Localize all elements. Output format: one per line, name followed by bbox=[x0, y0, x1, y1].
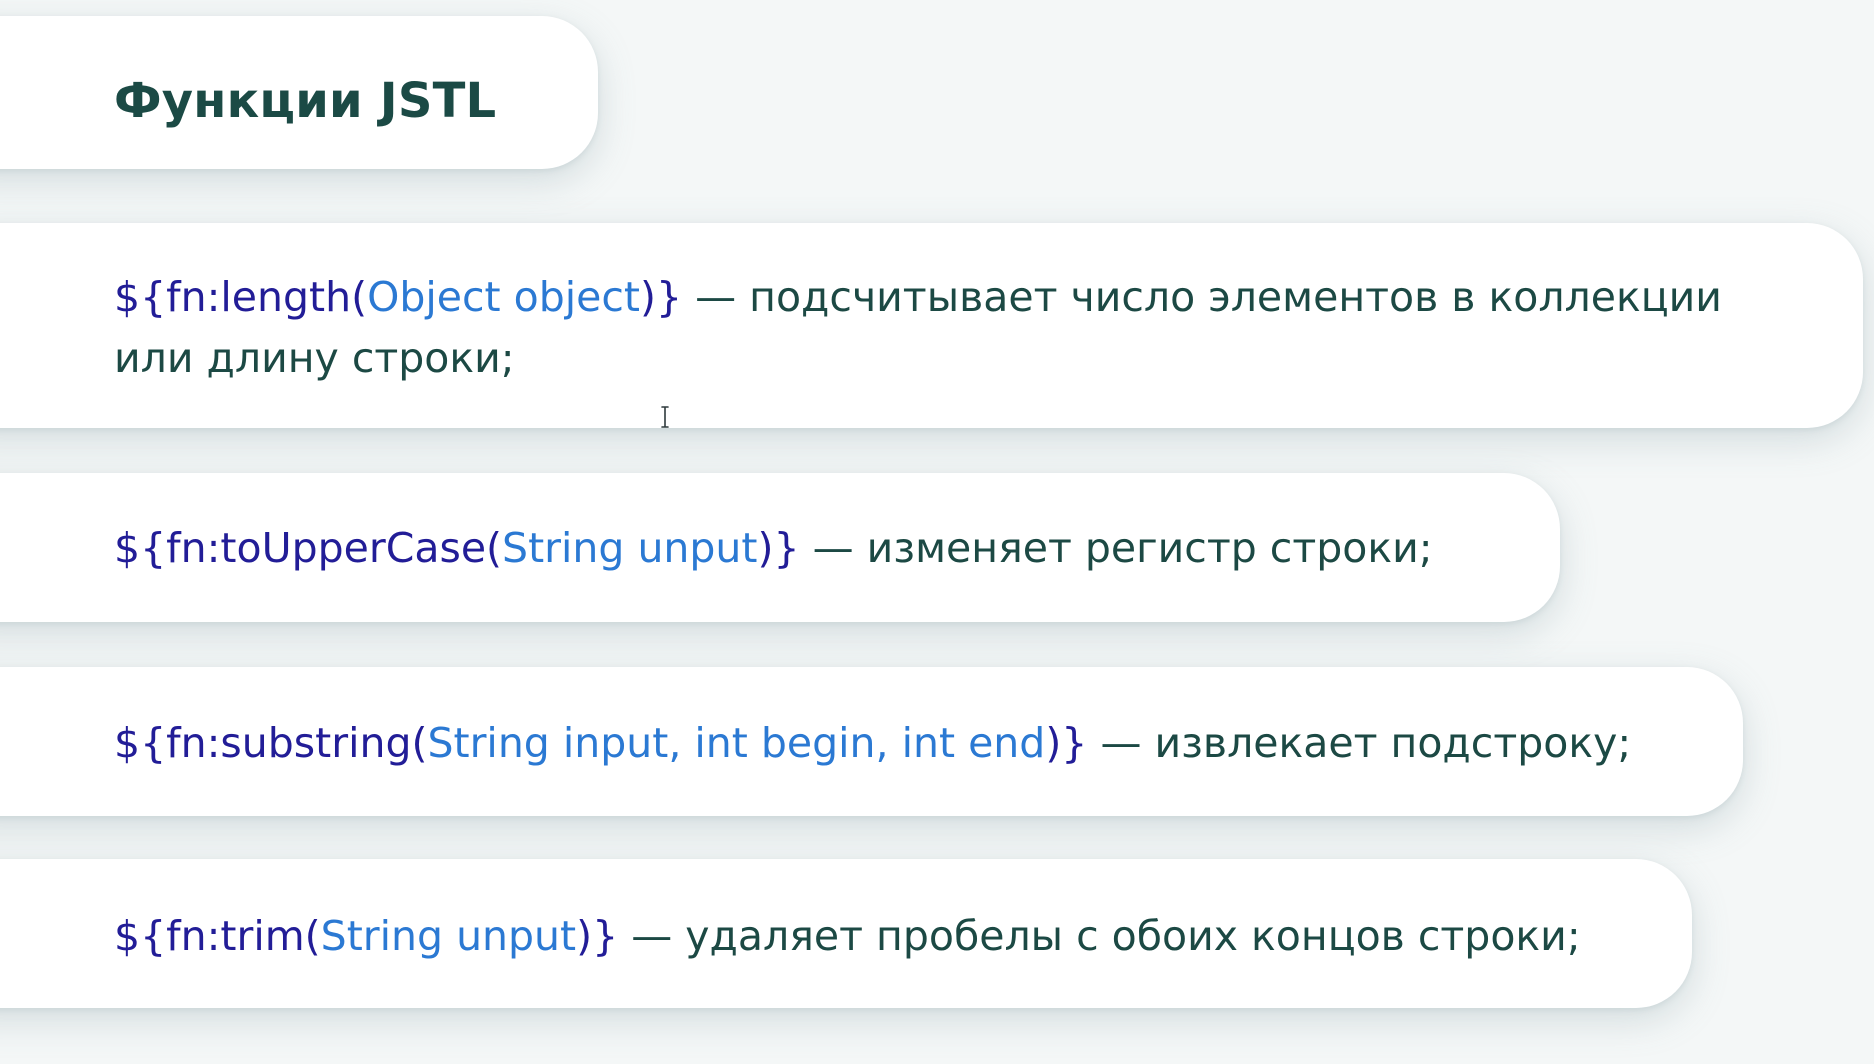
text-cursor-icon bbox=[661, 406, 669, 428]
item-trim-description: — удаляет пробелы с обоих концов строки; bbox=[618, 912, 1581, 960]
item-touppercase-line: ${fn:toUpperCase(String unput)} — изменя… bbox=[114, 517, 1433, 579]
item-trim-code-args: String unput bbox=[320, 912, 577, 960]
item-substring-code-args: String input, int begin, int end bbox=[427, 719, 1046, 767]
title-card: Функции JSTL bbox=[0, 16, 598, 169]
item-touppercase-code-args: String unput bbox=[502, 524, 758, 572]
item-trim-code-close: )} bbox=[576, 912, 619, 960]
item-touppercase-description: — изменяет регистр строки; bbox=[799, 524, 1433, 572]
item-touppercase-code-close: )} bbox=[757, 524, 800, 572]
item-touppercase-code-open: ${fn:toUpperCase( bbox=[114, 524, 503, 572]
item-trim-code-open: ${fn:trim( bbox=[114, 912, 321, 960]
item-substring-line: ${fn:substring(String input, int begin, … bbox=[114, 712, 1631, 774]
item-substring-description: — извлекает подстроку; bbox=[1087, 719, 1632, 767]
item-length-line1: ${fn:length(Object object)} — подсчитыва… bbox=[114, 266, 1722, 328]
item-trim-line: ${fn:trim(String unput)} — удаляет пробе… bbox=[114, 905, 1581, 967]
item-length-description-line2: или длину строки; bbox=[114, 334, 515, 382]
item-length-code-close: )} bbox=[640, 273, 683, 321]
item-substring-code-open: ${fn:substring( bbox=[114, 719, 428, 767]
item-card-substring: ${fn:substring(String input, int begin, … bbox=[0, 667, 1743, 816]
slide-title: Функции JSTL bbox=[114, 73, 497, 129]
item-card-trim: ${fn:trim(String unput)} — удаляет пробе… bbox=[0, 859, 1692, 1008]
item-length-code-open: ${fn:length( bbox=[114, 273, 368, 321]
item-length-code-args: Object object bbox=[367, 273, 640, 321]
item-card-length: ${fn:length(Object object)} — подсчитыва… bbox=[0, 223, 1863, 428]
item-card-touppercase: ${fn:toUpperCase(String unput)} — изменя… bbox=[0, 473, 1560, 622]
item-length-line2: или длину строки; bbox=[114, 327, 515, 389]
item-length-description-line1: — подсчитывает число элементов в коллекц… bbox=[682, 273, 1722, 321]
item-substring-code-close: )} bbox=[1045, 719, 1088, 767]
